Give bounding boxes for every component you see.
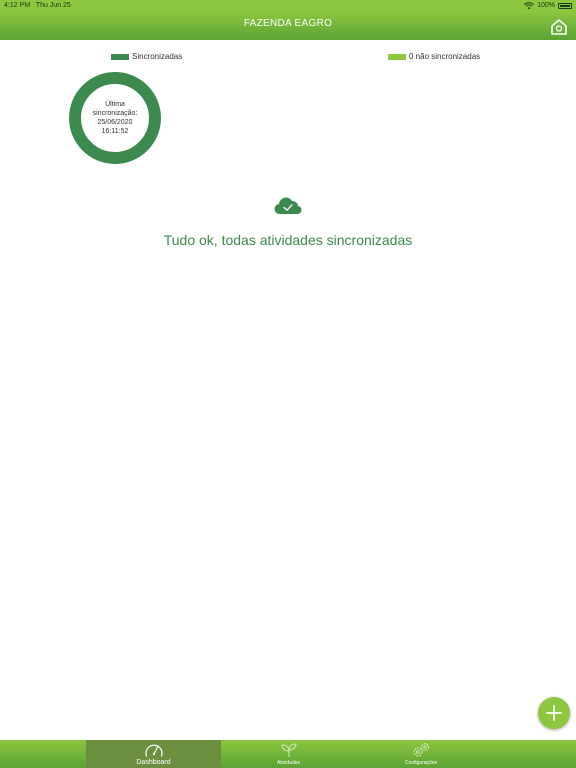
status-left: 4:12 PM Thu Jun 25 [4,0,71,12]
status-bar: 4:12 PM Thu Jun 25 100% [0,0,576,12]
legend-synced: Sincronizadas [111,52,182,61]
battery-percent: 100% [537,2,555,9]
tab-configuracoes[interactable]: Configurações [356,740,486,768]
add-activity-button[interactable] [538,697,570,729]
status-right: 100% [524,0,572,12]
gears-icon [413,742,430,757]
tab-atividades[interactable]: Atividades [221,740,356,768]
tab-atividades-label: Atividades [276,760,301,766]
legend-synced-swatch [111,53,129,60]
legend-unsynced-swatch [388,53,406,60]
page-title: FAZENDA EAGRO [243,18,333,29]
nav-bar: FAZENDA EAGRO [0,12,576,40]
tab-bar: Dashboard Atividades Configurações [0,740,576,768]
legend-unsynced-label: 0 não sincronizadas [409,52,481,61]
donut-date: 25/06/2020 [97,119,133,126]
plus-icon [546,705,562,721]
donut-line2: sincronização: [92,110,138,117]
tab-dashboard-label: Dashboard [136,759,171,766]
tab-dashboard[interactable]: Dashboard [86,740,221,768]
legend-unsynced: 0 não sincronizadas [388,52,480,61]
status-time: 4:12 PM [4,2,31,9]
wifi-icon [524,2,535,10]
donut-time: 16:11:52 [101,128,129,135]
cloud-check-icon [274,197,302,215]
donut-line1: Última [105,101,125,108]
tab-configuracoes-label: Configurações [404,760,438,766]
plant-icon [280,743,297,757]
legend-synced-label: Sincronizadas [132,52,183,61]
battery-icon [558,3,572,9]
home-icon[interactable] [550,18,568,36]
speedometer-icon [144,744,163,757]
sync-status-message: Tudo ok, todas atividades sincronizadas [163,232,413,248]
status-date: Thu Jun 25 [35,2,71,9]
donut-center-text: Última sincronização: 25/06/2020 16:11:5… [69,72,161,164]
